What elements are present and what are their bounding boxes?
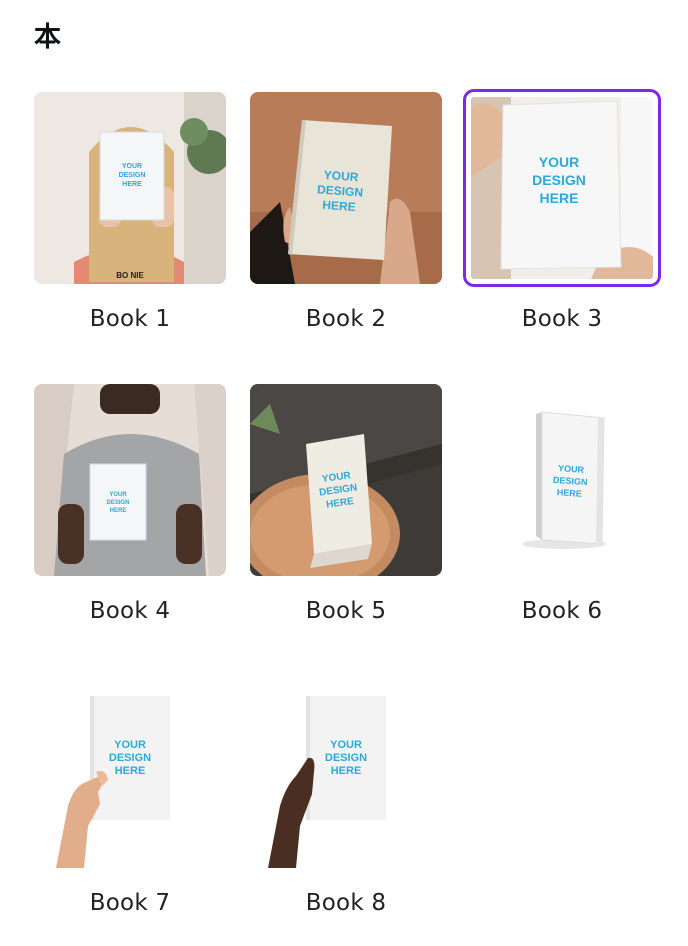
- cover-text-line-3: HERE: [322, 198, 356, 214]
- mockup-label: Book 2: [305, 306, 387, 332]
- mockup-card-book-3[interactable]: YOUR DESIGN HERE Book 3: [463, 89, 661, 334]
- mockup-label: Book 6: [521, 598, 603, 624]
- shirt-text: BO NIE: [116, 271, 144, 280]
- cover-text-line-3: HERE: [540, 190, 579, 206]
- mockup-thumbnail[interactable]: YOUR DESIGN HERE: [34, 676, 226, 868]
- book-mockup-panel: 本 YOUR DESIGN HERE BO NIE Book 1 YOUR DE…: [0, 0, 688, 946]
- book-8-photo: YOUR DESIGN HERE: [250, 676, 442, 868]
- mockup-grid: YOUR DESIGN HERE BO NIE Book 1 YOUR DESI…: [34, 89, 661, 918]
- cover-text-line-2: DESIGN: [109, 752, 151, 764]
- mockup-label: Book 3: [521, 306, 603, 332]
- mockup-card-book-7[interactable]: YOUR DESIGN HERE Book 7: [34, 676, 226, 918]
- mockup-thumbnail[interactable]: YOUR DESIGN HERE: [250, 384, 442, 576]
- book-1-photo: YOUR DESIGN HERE BO NIE: [34, 92, 226, 284]
- mockup-label: Book 4: [89, 598, 171, 624]
- book-3-photo: YOUR DESIGN HERE: [471, 97, 653, 279]
- cover-text-line-2: DESIGN: [119, 172, 146, 179]
- cover-text-line-2: DESIGN: [106, 500, 129, 506]
- cover-text-line-3: HERE: [557, 487, 583, 499]
- mockup-thumbnail-selected[interactable]: YOUR DESIGN HERE: [463, 89, 661, 287]
- mockup-label: Book 7: [89, 890, 171, 916]
- mockup-label: Book 1: [89, 306, 171, 332]
- mockup-card-book-5[interactable]: YOUR DESIGN HERE Book 5: [250, 384, 442, 626]
- cover-text-line-1: YOUR: [323, 168, 359, 184]
- cover-text-line-3: HERE: [110, 508, 127, 514]
- cover-text-line-3: HERE: [331, 765, 362, 777]
- book-7-photo: YOUR DESIGN HERE: [34, 676, 226, 868]
- book-5-photo: YOUR DESIGN HERE: [250, 384, 442, 576]
- cover-text-line-1: YOUR: [330, 739, 362, 751]
- cover-text-line-1: YOUR: [539, 154, 579, 170]
- cover-text-line-3: HERE: [122, 181, 142, 188]
- mockup-label: Book 8: [305, 890, 387, 916]
- mockup-label: Book 5: [305, 598, 387, 624]
- mockup-card-book-1[interactable]: YOUR DESIGN HERE BO NIE Book 1: [34, 92, 226, 334]
- book-4-photo: YOUR DESIGN HERE: [34, 384, 226, 576]
- mockup-card-book-4[interactable]: YOUR DESIGN HERE Book 4: [34, 384, 226, 626]
- book-6-photo: YOUR DESIGN HERE: [466, 384, 658, 576]
- cover-text-line-1: YOUR: [558, 463, 585, 475]
- mockup-thumbnail[interactable]: YOUR DESIGN HERE BO NIE: [34, 92, 226, 284]
- cover-text-line-2: DESIGN: [532, 172, 586, 188]
- cover-text-line-3: HERE: [115, 765, 146, 777]
- cover-text-line-2: DESIGN: [325, 752, 367, 764]
- mockup-card-book-2[interactable]: YOUR DESIGN HERE Book 2: [250, 92, 442, 334]
- mockup-card-book-8[interactable]: YOUR DESIGN HERE Book 8: [250, 676, 442, 918]
- book-2-photo: YOUR DESIGN HERE: [250, 92, 442, 284]
- mockup-card-book-6[interactable]: YOUR DESIGN HERE Book 6: [466, 384, 658, 626]
- cover-text-line-1: YOUR: [122, 163, 142, 170]
- mockup-thumbnail[interactable]: YOUR DESIGN HERE: [250, 676, 442, 868]
- section-title: 本: [34, 22, 61, 53]
- mockup-thumbnail[interactable]: YOUR DESIGN HERE: [466, 384, 658, 576]
- mockup-thumbnail[interactable]: YOUR DESIGN HERE: [250, 92, 442, 284]
- cover-text-line-1: YOUR: [109, 492, 127, 498]
- mockup-thumbnail[interactable]: YOUR DESIGN HERE: [34, 384, 226, 576]
- cover-text-line-1: YOUR: [114, 739, 146, 751]
